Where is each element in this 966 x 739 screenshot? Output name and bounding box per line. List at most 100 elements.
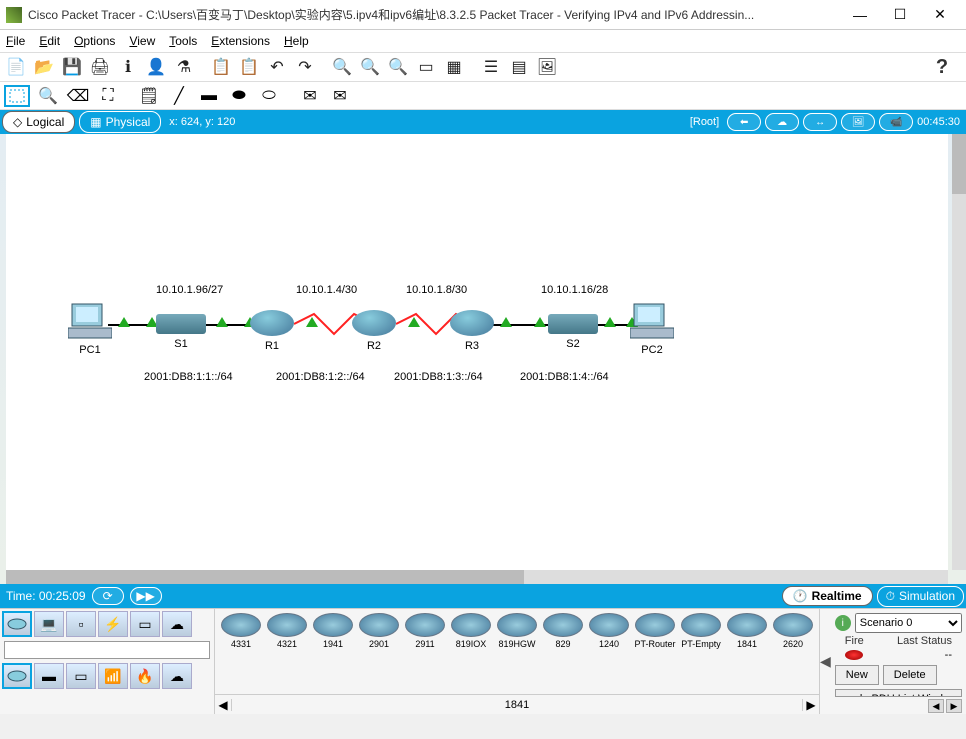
device-search-input[interactable] (4, 641, 210, 659)
cat-end-devices[interactable]: 💻 (34, 611, 64, 637)
device-r1[interactable]: R1 (250, 310, 294, 352)
menu-help[interactable]: Help (284, 34, 309, 48)
device-r2[interactable]: R2 (352, 310, 396, 352)
image-icon[interactable]: 🖼 (535, 55, 559, 79)
zoom-in-icon[interactable]: 🔍 (330, 55, 354, 79)
wizard-icon[interactable]: ℹ (116, 55, 140, 79)
device-s2[interactable]: S2 (548, 314, 598, 350)
cat-components[interactable]: ▫ (66, 611, 96, 637)
freeform-tool-icon[interactable]: ⬭ (257, 85, 281, 107)
complex-pdu-icon[interactable]: ✉ (328, 85, 352, 107)
line-tool-icon[interactable]: ╱ (167, 85, 191, 107)
redo-icon[interactable]: ↷ (293, 55, 317, 79)
device-model-ptrouter[interactable]: PT-Router (633, 613, 677, 649)
device-model-4331[interactable]: 4331 (219, 613, 263, 649)
realtime-tab[interactable]: 🕐 Realtime (782, 586, 873, 606)
device-model-4321[interactable]: 4321 (265, 613, 309, 649)
select-tool-icon[interactable] (4, 85, 30, 107)
custom-device-icon[interactable]: ▦ (442, 55, 466, 79)
cluster-button[interactable]: ☁ (765, 113, 799, 131)
cat-network-devices[interactable] (2, 611, 32, 637)
close-button[interactable]: ✕ (920, 1, 960, 29)
device-model-1941[interactable]: 1941 (311, 613, 355, 649)
physical-tab[interactable]: ▦ Physical (79, 111, 161, 133)
viewport-button[interactable]: 📹 (879, 113, 913, 131)
device-pc1[interactable]: PC1 (68, 302, 112, 356)
zoom-reset-icon[interactable]: 🔍 (358, 55, 382, 79)
palette-icon[interactable]: ▭ (414, 55, 438, 79)
activity-icon[interactable]: 👤 (144, 55, 168, 79)
new-file-icon[interactable]: 📄 (4, 55, 28, 79)
bg-button[interactable]: 🖼 (841, 113, 875, 131)
list-icon[interactable]: ☰ (479, 55, 503, 79)
new-scenario-button[interactable]: New (835, 665, 879, 685)
subcat-security[interactable]: 🔥 (130, 663, 160, 689)
minimize-button[interactable]: — (840, 1, 880, 29)
device-model-2901[interactable]: 2901 (357, 613, 401, 649)
workspace-vscroll[interactable] (952, 134, 966, 570)
cat-multiuser[interactable]: ☁ (162, 611, 192, 637)
print-icon[interactable]: 🖨 (88, 55, 112, 79)
menu-file[interactable]: File (6, 34, 25, 48)
help-icon[interactable]: ? (930, 55, 954, 79)
resize-tool-icon[interactable]: ⛶ (96, 85, 120, 107)
rect-tool-icon[interactable]: ▬ (197, 85, 221, 107)
device-model-819hgw[interactable]: 819HGW (495, 613, 539, 649)
maximize-button[interactable]: ☐ (880, 1, 920, 29)
undo-icon[interactable]: ↶ (265, 55, 289, 79)
subcat-wan[interactable]: ☁ (162, 663, 192, 689)
device-model-829[interactable]: 829 (541, 613, 585, 649)
scenario-select[interactable]: Scenario 0 (855, 613, 962, 633)
device-r3[interactable]: R3 (450, 310, 494, 352)
workspace[interactable]: 10.10.1.96/27 10.10.1.4/30 10.10.1.8/30 … (0, 134, 966, 584)
move-button[interactable]: ↔ (803, 113, 837, 131)
simple-pdu-icon[interactable]: ✉ (298, 85, 322, 107)
inspect-tool-icon[interactable]: 🔍 (36, 85, 60, 107)
nav-back-button[interactable]: ⬅ (727, 113, 761, 131)
device-model-ptempty[interactable]: PT-Empty (679, 613, 723, 649)
menu-view[interactable]: View (129, 34, 155, 48)
device-scroll[interactable]: 4331 4321 1941 2901 2911 819IOX 819HGW 8… (215, 609, 819, 653)
toggle-pdu-list-button[interactable]: ggle PDU List Windo (835, 689, 962, 697)
model-prev-button[interactable]: ◀ (215, 698, 231, 712)
scenario-info-icon[interactable]: i (835, 615, 851, 631)
fast-forward-button[interactable]: ▶▶ (130, 587, 162, 605)
ellipse-tool-icon[interactable]: ⬬ (227, 85, 251, 107)
subcat-wireless[interactable]: 📶 (98, 663, 128, 689)
delete-scenario-button[interactable]: Delete (883, 665, 937, 685)
copy-icon[interactable]: 📋 (209, 55, 233, 79)
expand-button[interactable]: ◀ (820, 609, 831, 714)
simulation-tab[interactable]: ⏱ Simulation (877, 586, 964, 607)
menu-options[interactable]: Options (74, 34, 115, 48)
delete-tool-icon[interactable]: ⌫ (66, 85, 90, 107)
canvas[interactable]: 10.10.1.96/27 10.10.1.4/30 10.10.1.8/30 … (6, 134, 948, 570)
menu-tools[interactable]: Tools (169, 34, 197, 48)
logical-tab[interactable]: ◇ Logical (2, 111, 75, 133)
zoom-out-icon[interactable]: 🔍 (386, 55, 410, 79)
device-model-819iox[interactable]: 819IOX (449, 613, 493, 649)
subcat-routers[interactable] (2, 663, 32, 689)
pdu-scroll-left[interactable]: ◀ (928, 699, 944, 713)
cat-connections[interactable]: ⚡ (98, 611, 128, 637)
device-model-1240[interactable]: 1240 (587, 613, 631, 649)
grid2-icon[interactable]: ▤ (507, 55, 531, 79)
pdu-scroll-right[interactable]: ▶ (946, 699, 962, 713)
device-pc2[interactable]: PC2 (630, 302, 674, 356)
lab-icon[interactable]: ⚗ (172, 55, 196, 79)
note-tool-icon[interactable]: 🗒 (137, 85, 161, 107)
power-cycle-button[interactable]: ⟳ (92, 587, 124, 605)
subcat-switches[interactable]: ▬ (34, 663, 64, 689)
menu-extensions[interactable]: Extensions (211, 34, 270, 48)
workspace-hscroll[interactable] (6, 570, 948, 584)
device-model-2911[interactable]: 2911 (403, 613, 447, 649)
device-model-1841[interactable]: 1841 (725, 613, 769, 649)
subcat-hubs[interactable]: ▭ (66, 663, 96, 689)
root-label[interactable]: [Root] (690, 116, 719, 128)
device-model-2620[interactable]: 2620 (771, 613, 815, 649)
save-icon[interactable]: 💾 (60, 55, 84, 79)
model-next-button[interactable]: ▶ (803, 698, 819, 712)
menu-edit[interactable]: Edit (39, 34, 60, 48)
pdu-list-row[interactable]: -- (835, 649, 962, 661)
paste-icon[interactable]: 📋 (237, 55, 261, 79)
device-s1[interactable]: S1 (156, 314, 206, 350)
